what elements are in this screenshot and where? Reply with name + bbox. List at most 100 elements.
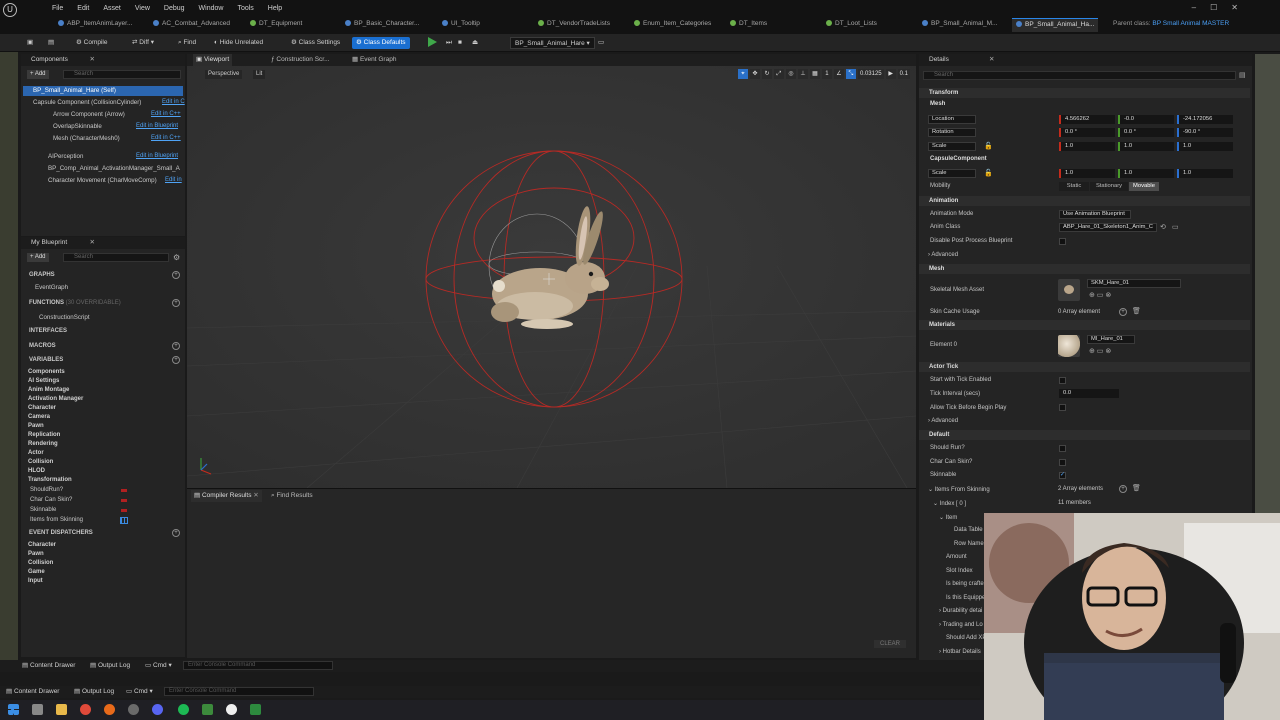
unreal-logo-icon[interactable]: U — [3, 3, 17, 17]
console-input[interactable]: Enter Console Command — [183, 661, 333, 670]
browse-asset-icon[interactable]: ⊕ ▭ ⊗ — [1089, 291, 1111, 299]
location-z-field[interactable]: -24.172056 — [1177, 115, 1233, 124]
debug-object-select[interactable]: BP_Small_Animal_Hare ▾ — [510, 37, 595, 49]
tab-bp-small-animal-master[interactable]: BP_Small_Animal_M... — [922, 18, 997, 32]
location-y-field[interactable]: -0.0 — [1118, 115, 1174, 124]
scale-icon[interactable]: ⤢ — [773, 69, 784, 79]
tab-bp-basic-character[interactable]: BP_Basic_Character... — [345, 18, 419, 32]
cmd-button[interactable]: ▭ Cmd ▾ — [145, 660, 172, 672]
variable-group[interactable]: Pawn — [28, 423, 44, 429]
variable-group[interactable]: Collision — [28, 459, 53, 465]
add-variable-icon[interactable]: + — [172, 356, 180, 364]
dispatcher-group[interactable]: Character — [28, 542, 56, 548]
menu-asset[interactable]: Asset — [103, 5, 121, 12]
variable-group[interactable]: Transformation — [28, 477, 72, 483]
capsule-scale-dropdown[interactable]: Scale — [928, 169, 976, 178]
select-mode-icon[interactable]: ⌖ — [737, 69, 748, 79]
trash-icon[interactable]: 🗑 — [1132, 307, 1141, 315]
excel-icon[interactable] — [250, 704, 261, 715]
parent-class-link[interactable]: BP Small Animal MASTER — [1152, 20, 1229, 27]
tab-enum-item-categories[interactable]: Enum_Item_Categories — [634, 18, 711, 32]
camera-speed-value[interactable]: 0.1 — [897, 69, 910, 79]
hotbar-label[interactable]: › Hotbar Details — [939, 649, 981, 655]
add-graph-icon[interactable]: + — [172, 271, 180, 279]
content-drawer-button[interactable]: ▤ Content Drawer — [22, 660, 75, 672]
output-log-button[interactable]: ▤ Output Log — [74, 686, 114, 698]
cmd-button[interactable]: ▭ Cmd ▾ — [126, 686, 153, 698]
details-search-input[interactable]: Search — [923, 71, 1236, 80]
components-search-input[interactable]: Search — [63, 70, 181, 79]
scale-dropdown[interactable]: Scale — [928, 142, 976, 151]
close-panel-icon[interactable]: ✕ — [989, 54, 994, 66]
category-materials[interactable]: Materials — [919, 320, 1250, 330]
grid-snap-icon[interactable]: ▦ — [809, 69, 820, 79]
mobility-movable[interactable]: Movable — [1129, 182, 1159, 191]
capsule-scale-y-field[interactable]: 1.0 — [1118, 169, 1174, 178]
edit-charmove-link[interactable]: Edit in — [165, 177, 182, 183]
hide-unrelated-button[interactable]: ◐ Hide Unrelated — [214, 37, 263, 49]
menu-file[interactable]: File — [52, 5, 63, 12]
rotation-y-field[interactable]: 0.0 ° — [1118, 128, 1174, 137]
component-character-movement[interactable]: Character Movement (CharMoveComp) — [48, 177, 157, 184]
add-member-button[interactable]: + Add — [27, 253, 49, 262]
category-actor-tick[interactable]: Actor Tick — [919, 362, 1250, 372]
items-from-skinning-label[interactable]: ⌄ Items From Skinning — [928, 486, 990, 493]
rotation-dropdown[interactable]: Rotation — [928, 128, 976, 137]
add-macro-icon[interactable]: + — [172, 342, 180, 350]
tab-compiler-results[interactable]: ▤ Compiler Results ✕ — [191, 490, 262, 502]
variable-group[interactable]: Activation Manager — [28, 396, 83, 402]
maximize-icon[interactable]: ☐ — [1210, 3, 1217, 12]
edit-arrow-link[interactable]: Edit in C++ — [151, 111, 181, 117]
browse-icon[interactable]: ▤ — [48, 37, 54, 49]
allow-tick-checkbox[interactable] — [1059, 404, 1066, 411]
world-local-icon[interactable]: ◎ — [785, 69, 796, 79]
trash-icon[interactable]: 🗑 — [1132, 484, 1141, 492]
lock-icon[interactable]: 🔓 — [984, 169, 993, 177]
app-icon[interactable] — [202, 704, 213, 715]
settings-gear-icon[interactable]: ⚙ — [173, 253, 180, 262]
variable-items-from-skinning[interactable]: Items from Skinning — [30, 517, 83, 523]
variable-group[interactable]: Rendering — [28, 441, 58, 447]
browse-asset-icon[interactable]: ⟲ — [1160, 223, 1166, 231]
skinnable-checkbox[interactable]: ✓ — [1059, 472, 1066, 479]
subcategory-capsule[interactable]: CapsuleComponent — [930, 156, 987, 162]
variable-group[interactable]: Camera — [28, 414, 50, 420]
category-transform[interactable]: Transform — [919, 88, 1250, 98]
view-options-icon[interactable]: ▤ — [1239, 71, 1246, 79]
file-explorer-icon[interactable] — [56, 704, 67, 715]
tab-dt-loot-lists[interactable]: DT_Loot_Lists — [826, 18, 877, 32]
minimize-icon[interactable]: – — [1192, 3, 1196, 12]
menu-debug[interactable]: Debug — [164, 5, 185, 12]
variable-skinnable[interactable]: Skinnable — [30, 507, 56, 513]
viewport-panel[interactable]: ▣ Viewport ƒ Construction Scr... ▦ Event… — [187, 54, 916, 488]
camera-speed-icon[interactable]: ▶ — [885, 69, 896, 79]
advanced-tick-toggle[interactable]: › Advanced — [928, 418, 958, 424]
construction-script-item[interactable]: ConstructionScript — [39, 314, 90, 321]
chrome-icon[interactable] — [80, 704, 91, 715]
anim-mode-select[interactable]: Use Animation Blueprint — [1059, 210, 1131, 219]
scale-snap-icon[interactable]: ⤡ — [845, 69, 856, 79]
tab-dt-items[interactable]: DT_Items — [730, 18, 767, 32]
dispatcher-group[interactable]: Input — [28, 578, 43, 584]
section-macros[interactable]: MACROS — [29, 343, 56, 349]
mobility-stationary[interactable]: Stationary — [1090, 182, 1128, 191]
char-can-skin-checkbox[interactable] — [1059, 459, 1066, 466]
tab-dt-vendortradelists[interactable]: DT_VendorTradeLists — [538, 18, 610, 32]
task-view-icon[interactable] — [32, 704, 43, 715]
dispatcher-group[interactable]: Game — [28, 569, 45, 575]
component-mesh[interactable]: Mesh (CharacterMesh0) — [53, 135, 120, 142]
capsule-scale-z-field[interactable]: 1.0 — [1177, 169, 1233, 178]
class-settings-button[interactable]: ⚙ Class Settings — [291, 37, 340, 49]
lit-button[interactable]: Lit — [253, 70, 266, 79]
rotation-x-field[interactable]: 0.0 ° — [1059, 128, 1115, 137]
content-drawer-button[interactable]: ▤ Content Drawer — [6, 686, 59, 698]
edit-overlap-link[interactable]: Edit in Blueprint — [136, 123, 178, 129]
advanced-animation-toggle[interactable]: › Advanced — [928, 252, 958, 258]
tick-interval-field[interactable]: 0.0 — [1059, 389, 1119, 398]
perspective-button[interactable]: Perspective — [205, 70, 243, 79]
find-button[interactable]: ⌕ Find — [178, 37, 196, 49]
add-function-icon[interactable]: + — [172, 299, 180, 307]
discord-icon[interactable] — [152, 704, 163, 715]
edit-mesh-link[interactable]: Edit in C++ — [151, 135, 181, 141]
section-graphs[interactable]: GRAPHS — [29, 272, 55, 278]
